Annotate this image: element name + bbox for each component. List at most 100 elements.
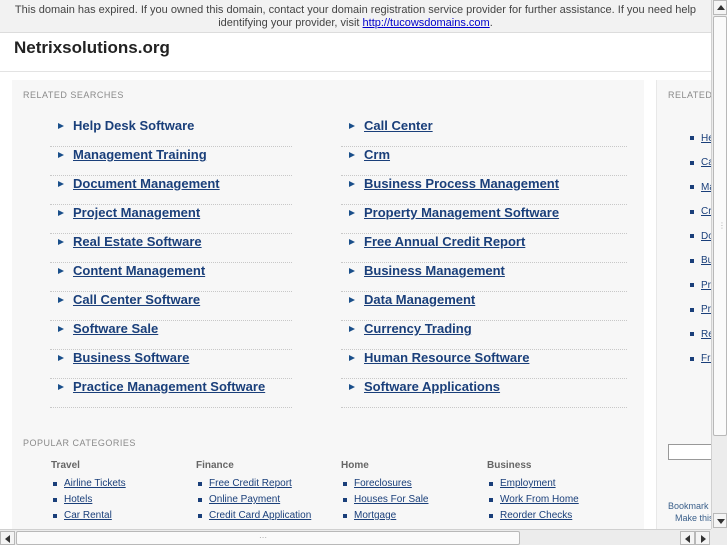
related-search-link[interactable]: Business Software [73,350,189,366]
scroll-down-button[interactable] [713,513,727,528]
related-search-link[interactable]: Document Management [73,176,220,192]
list-item[interactable]: Bus [657,249,711,274]
category-link-label[interactable]: Free Credit Report [209,478,292,489]
bullet-icon [489,497,493,502]
vertical-scroll-thumb[interactable]: ⋮ [713,16,727,436]
category-link[interactable]: Free Credit Report [196,477,311,490]
category-link[interactable]: Airline Tickets [51,477,126,490]
scroll-right-button[interactable] [695,531,710,545]
category-link-label[interactable]: Reorder Checks [500,510,572,521]
right-related-link[interactable]: Bus [701,255,711,266]
related-search-item[interactable]: Business Software [50,350,292,379]
related-search-link[interactable]: Software Sale [73,321,158,337]
related-search-link[interactable]: Human Resource Software [364,350,529,366]
related-search-link[interactable]: Property Management Software [364,205,559,221]
related-search-item[interactable]: Practice Management Software [50,379,292,408]
related-search-item[interactable]: Help Desk Software [50,118,292,147]
category-link[interactable]: Car Rental [51,509,126,522]
category-link[interactable]: Hotels [51,493,126,506]
list-item[interactable]: Crm [657,200,711,225]
bullet-icon [198,481,202,486]
related-search-link[interactable]: Content Management [73,263,205,279]
category-link-label[interactable]: Car Rental [64,510,112,521]
related-search-link[interactable]: Business Process Management [364,176,559,192]
related-search-link[interactable]: Real Estate Software [73,234,202,250]
right-related-link[interactable]: Pro [701,280,711,291]
category-link[interactable]: Credit Card Application [196,509,311,522]
related-search-item[interactable]: Property Management Software [341,205,627,234]
related-search-link[interactable]: Software Applications [364,379,500,395]
related-search-link[interactable]: Help Desk Software [73,118,194,134]
category-link[interactable]: Houses For Sale [341,493,428,506]
scroll-left-button-2[interactable] [680,531,695,545]
related-search-link[interactable]: Currency Trading [364,321,472,337]
related-search-item[interactable]: Call Center Software [50,292,292,321]
related-search-item[interactable]: Management Training [50,147,292,176]
related-search-item[interactable]: Project Management [50,205,292,234]
category-link[interactable]: Mortgage [341,509,428,522]
related-search-item[interactable]: Software Sale [50,321,292,350]
related-search-item[interactable]: Business Management [341,263,627,292]
category-link[interactable]: Online Payment [196,493,311,506]
related-search-link[interactable]: Business Management [364,263,505,279]
related-search-item[interactable]: Software Applications [341,379,627,408]
related-search-link[interactable]: Practice Management Software [73,379,265,395]
right-related-link[interactable]: Doc [701,231,711,242]
related-search-item[interactable]: Content Management [50,263,292,292]
bookmark-line[interactable]: Bookmark [668,500,711,512]
horizontal-scroll-thumb[interactable]: ⋯ [16,531,520,545]
related-search-link[interactable]: Free Annual Credit Report [364,234,525,250]
related-search-item[interactable]: Business Process Management [341,176,627,205]
right-related-link[interactable]: Crm [701,206,711,217]
list-item[interactable]: Free [657,347,711,372]
category-link-label[interactable]: Foreclosures [354,478,412,489]
related-search-link[interactable]: Call Center Software [73,292,200,308]
related-search-item[interactable]: Call Center [341,118,627,147]
list-item[interactable]: Pro [657,273,711,298]
right-related-link[interactable]: Call [701,157,711,168]
horizontal-scrollbar[interactable]: ⋯ [0,529,711,545]
related-search-item[interactable]: Document Management [50,176,292,205]
right-related-link[interactable]: Ma [701,182,711,193]
right-related-link[interactable]: Pro [701,304,711,315]
category-link-label[interactable]: Hotels [64,494,92,505]
scroll-up-button[interactable] [713,0,727,15]
category-link-label[interactable]: Credit Card Application [209,510,311,521]
category-link-label[interactable]: Houses For Sale [354,494,428,505]
category-link-label[interactable]: Employment [500,478,556,489]
right-related-link[interactable]: Free [701,353,711,364]
search-input[interactable] [668,444,711,460]
related-search-link[interactable]: Call Center [364,118,433,134]
list-item[interactable]: Help [657,126,711,151]
category-link-label[interactable]: Mortgage [354,510,396,521]
related-search-item[interactable]: Crm [341,147,627,176]
related-search-item[interactable]: Currency Trading [341,321,627,350]
bookmark-text[interactable]: Bookmark Make this [668,500,711,524]
related-search-item[interactable]: Free Annual Credit Report [341,234,627,263]
list-item[interactable]: Ma [657,175,711,200]
right-related-link[interactable]: Rea [701,329,711,340]
related-search-item[interactable]: Data Management [341,292,627,321]
right-related-link[interactable]: Help [701,133,711,144]
related-search-link[interactable]: Project Management [73,205,200,221]
list-item[interactable]: Doc [657,224,711,249]
category-link[interactable]: Reorder Checks [487,509,579,522]
tucows-link[interactable]: http://tucowsdomains.com [363,17,490,29]
list-item[interactable]: Rea [657,322,711,347]
related-search-item[interactable]: Human Resource Software [341,350,627,379]
list-item[interactable]: Call [657,151,711,176]
list-item[interactable]: Pro [657,298,711,323]
category-link-label[interactable]: Work From Home [500,494,579,505]
scroll-left-button[interactable] [0,531,15,545]
category-link[interactable]: Foreclosures [341,477,428,490]
make-homepage-line[interactable]: Make this [668,512,711,524]
vertical-scrollbar[interactable]: ⋮ [711,0,727,529]
related-search-link[interactable]: Management Training [73,147,207,163]
category-link-label[interactable]: Online Payment [209,494,280,505]
category-link-label[interactable]: Airline Tickets [64,478,126,489]
category-link[interactable]: Employment [487,477,579,490]
related-search-link[interactable]: Data Management [364,292,475,308]
category-link[interactable]: Work From Home [487,493,579,506]
related-search-item[interactable]: Real Estate Software [50,234,292,263]
related-search-link[interactable]: Crm [364,147,390,163]
